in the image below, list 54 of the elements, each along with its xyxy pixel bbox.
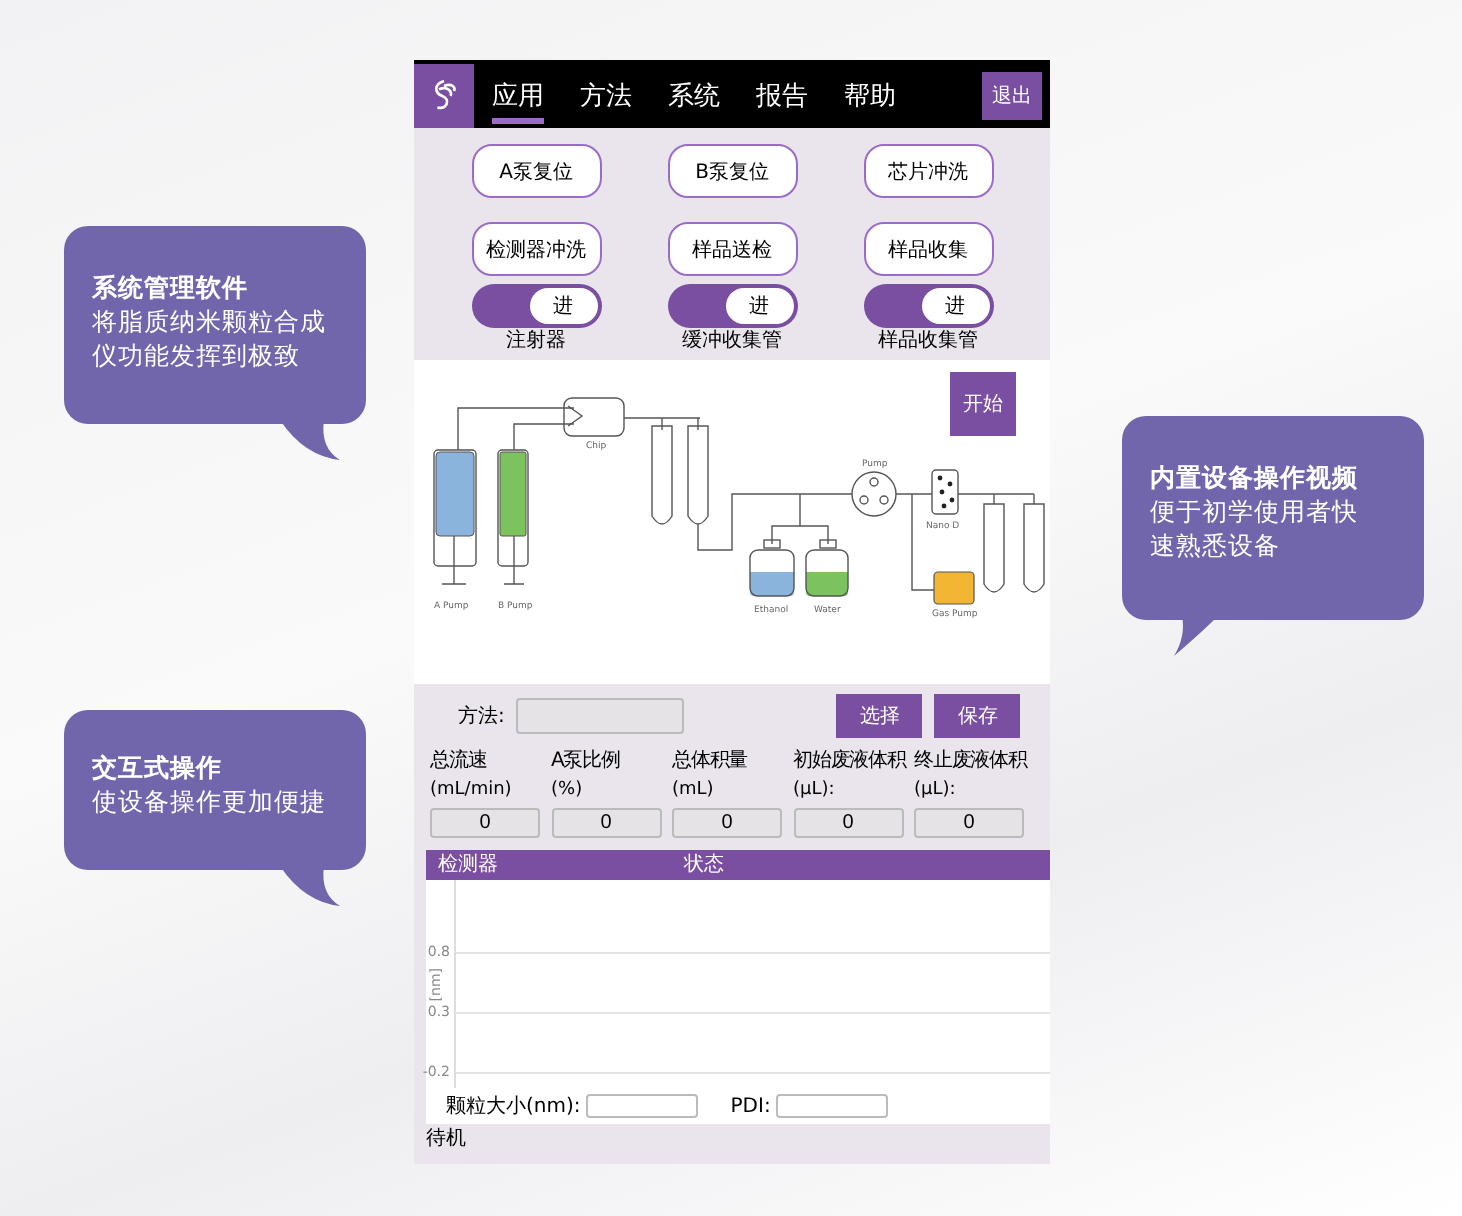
toggle-label: 样品收集管 [878, 330, 978, 354]
callout-title: 系统管理软件 [92, 270, 250, 304]
nav-tab[interactable]: 系统 [650, 64, 738, 128]
unit-label: (mL/min) [430, 778, 514, 804]
result-label: 颗粒大小(nm): [446, 1093, 581, 1120]
parameter-label: A泵比例 [551, 748, 622, 774]
unit-label: (μL): [914, 778, 958, 804]
parameter-field[interactable]: 0 [430, 808, 540, 838]
callout-title: 交互式操作 [92, 750, 224, 784]
start-button[interactable]: 开始 [950, 372, 1016, 436]
parameter-label: 总体积量 [672, 748, 750, 774]
logo-icon [414, 64, 474, 128]
parameter-label: 终止废液体积 [914, 748, 1030, 774]
parameter-field[interactable]: 0 [793, 808, 903, 838]
toggle-switch[interactable]: 进 [471, 284, 601, 328]
select-button[interactable]: 选择 [836, 694, 923, 738]
parameter-field[interactable]: 0 [914, 808, 1024, 838]
callout-text: 仪功能发挥到极致 [92, 338, 302, 372]
unit-label: (mL) [672, 778, 716, 804]
action-button[interactable]: 检测器冲洗 [471, 222, 601, 276]
unit-label: (μL): [793, 778, 837, 804]
callout-text: 速熟悉设备 [1150, 528, 1282, 562]
toggle-label: 注射器 [506, 330, 566, 354]
parameter-field[interactable]: 0 [672, 808, 782, 838]
toggle-switch[interactable]: 进 [863, 284, 993, 328]
callout-text: 将脂质纳米颗粒合成 [92, 304, 328, 338]
action-button[interactable]: 芯片冲洗 [863, 144, 993, 198]
result-label: PDI: [730, 1095, 771, 1117]
action-button[interactable]: B泵复位 [667, 144, 797, 198]
toggle-switch[interactable]: 进 [667, 284, 797, 328]
result-field[interactable] [586, 1094, 699, 1118]
toggle-label: 缓冲收集管 [682, 330, 782, 354]
unit-label: (%) [551, 778, 585, 804]
status-text: 待机 [426, 1128, 466, 1150]
result-field[interactable] [776, 1094, 889, 1118]
column-header: 状态 [684, 853, 724, 877]
column-header: 检测器 [438, 853, 500, 877]
callout-text: 便于初学使用者快 [1150, 494, 1360, 528]
parameter-field[interactable]: 0 [551, 808, 661, 838]
nav-tab[interactable]: 帮助 [826, 64, 914, 128]
action-button[interactable]: 样品收集 [863, 222, 993, 276]
callout-title: 内置设备操作视频 [1150, 460, 1360, 494]
exit-button[interactable]: 退出 [982, 72, 1042, 120]
method-field[interactable] [516, 698, 685, 734]
action-button[interactable]: A泵复位 [471, 144, 601, 198]
action-button[interactable]: 样品送检 [667, 222, 797, 276]
method-label: 方法: [458, 703, 505, 730]
save-button[interactable]: 保存 [934, 694, 1021, 738]
callout-text: 使设备操作更加便捷 [92, 784, 328, 818]
parameter-label: 总流速 [430, 748, 489, 774]
nav-tab[interactable]: 报告 [738, 64, 826, 128]
parameter-label: 初始废液体积 [793, 748, 909, 774]
nav-tab[interactable]: 方法 [562, 64, 650, 128]
nav-tab[interactable]: 应用 [474, 64, 562, 128]
